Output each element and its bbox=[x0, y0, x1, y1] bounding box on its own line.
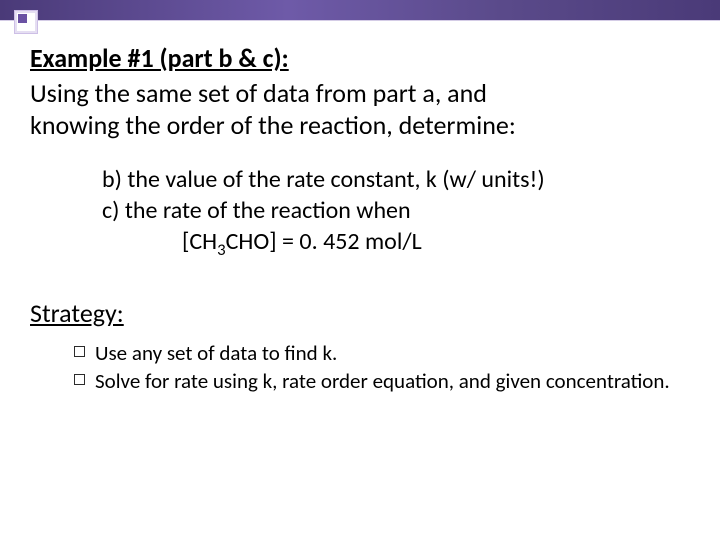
intro-line-2: knowing the order of the reaction, deter… bbox=[30, 109, 516, 141]
formula-subscript: 3 bbox=[217, 239, 226, 260]
subparts: b) the value of the rate constant, k (w/… bbox=[102, 164, 690, 258]
part-c-text: c) the rate of the reaction when bbox=[102, 195, 690, 226]
slide-content: Example #1 (part b & c): Using the same … bbox=[30, 42, 690, 396]
strategy-bullets: Use any set of data to find k. Solve for… bbox=[74, 339, 690, 396]
bullet-text: Use any set of data to find k. bbox=[95, 339, 690, 367]
intro-text: Using the same set of data from part a, … bbox=[30, 77, 690, 142]
accent-square-icon bbox=[14, 10, 38, 34]
strategy-heading: Strategy: bbox=[30, 297, 690, 329]
formula-prefix: [CH bbox=[182, 227, 217, 256]
square-bullet-icon bbox=[74, 346, 85, 357]
list-item: Use any set of data to find k. bbox=[74, 339, 690, 367]
example-heading: Example #1 (part b & c): bbox=[30, 42, 690, 75]
slide: Example #1 (part b & c): Using the same … bbox=[0, 0, 720, 540]
formula-suffix: CHO] = 0. 452 mol/L bbox=[226, 227, 422, 256]
part-b-text: b) the value of the rate constant, k (w/… bbox=[102, 164, 690, 195]
square-bullet-icon bbox=[74, 374, 85, 385]
concentration-formula: [CH3CHO] = 0. 452 mol/L bbox=[182, 226, 690, 257]
intro-line-1: Using the same set of data from part a, … bbox=[30, 77, 487, 109]
slide-top-bar bbox=[0, 0, 720, 21]
list-item: Solve for rate using k, rate order equat… bbox=[74, 367, 690, 395]
bullet-text: Solve for rate using k, rate order equat… bbox=[95, 367, 690, 395]
